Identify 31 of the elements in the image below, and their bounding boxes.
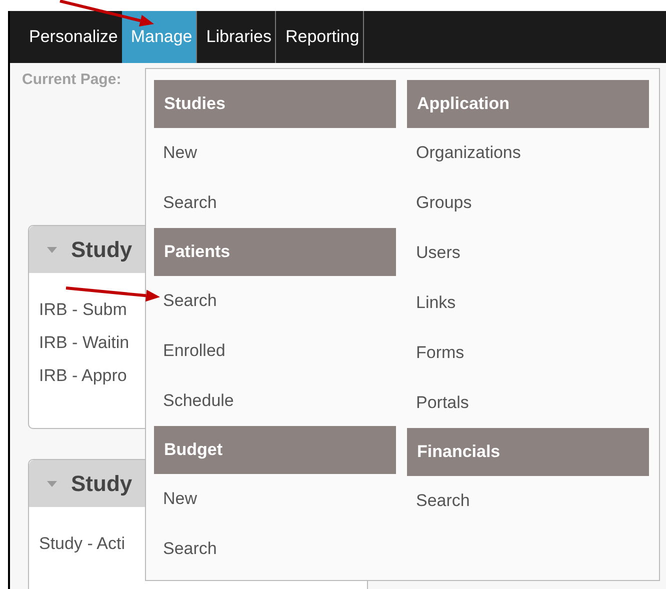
menu-section-header: Application (407, 80, 649, 128)
panel-title: Study (71, 470, 132, 496)
menu-item[interactable]: Groups (416, 193, 472, 213)
current-page-label: Current Page: (22, 71, 122, 88)
menu-item[interactable]: Portals (416, 393, 469, 413)
menu-section-header: Financials (407, 428, 649, 476)
menu-item[interactable]: Schedule (163, 391, 234, 411)
nav-tab[interactable]: Personalize (20, 11, 122, 63)
menu-item[interactable]: Users (416, 243, 460, 263)
menu-item[interactable]: Organizations (416, 143, 521, 163)
nav-tab[interactable]: Libraries (197, 11, 276, 63)
menu-item[interactable]: Search (163, 291, 217, 311)
panel-title: Study (71, 236, 132, 262)
menu-item[interactable]: Search (163, 539, 217, 559)
collapse-icon[interactable] (47, 246, 57, 252)
menu-section-header: Budget (154, 426, 396, 474)
menu-item[interactable]: New (163, 489, 198, 509)
menu-item[interactable]: Links (416, 293, 456, 313)
nav-tab[interactable]: Reporting (276, 11, 364, 63)
menu-section-header: Patients (154, 228, 396, 276)
menu-item[interactable]: Forms (416, 343, 464, 363)
menu-item[interactable]: New (163, 143, 198, 163)
panel-link[interactable]: IRB - Appro (39, 366, 127, 386)
panel-link[interactable]: IRB - Subm (39, 300, 127, 320)
menu-item[interactable]: Enrolled (163, 341, 226, 361)
panel-link[interactable]: Study - Acti (39, 534, 125, 554)
panel-link[interactable]: IRB - Waitin (39, 333, 130, 353)
collapse-icon[interactable] (47, 480, 57, 486)
menu-item[interactable]: Search (416, 491, 470, 511)
menu-section-header: Studies (154, 80, 396, 128)
menu-item[interactable]: Search (163, 193, 217, 213)
